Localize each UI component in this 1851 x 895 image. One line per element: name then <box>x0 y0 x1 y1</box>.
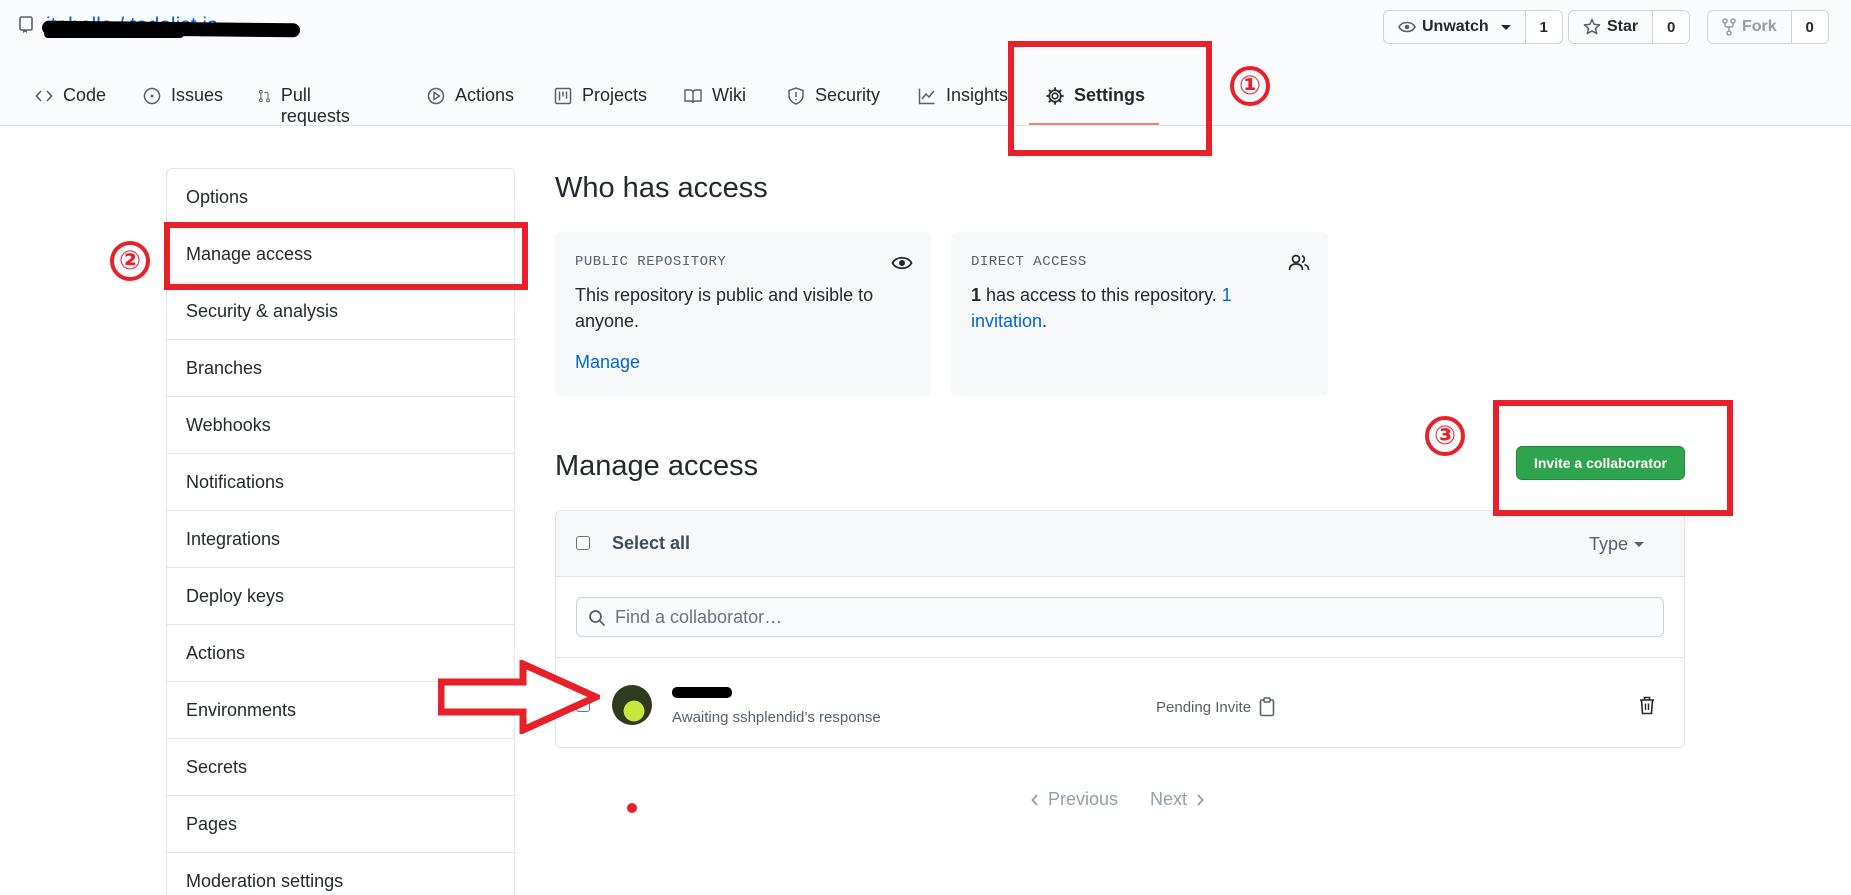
manage-access-heading: Manage access <box>555 450 759 482</box>
manage-visibility-link[interactable]: Manage <box>575 352 640 373</box>
people-icon <box>1288 254 1310 271</box>
next-label: Next <box>1150 789 1188 809</box>
tab-label: Wiki <box>712 85 746 105</box>
card-label: DIRECT ACCESS <box>971 254 1087 270</box>
collaborator-list: Select all Type Awaiting sshplendid’s re… <box>555 510 1685 748</box>
star-icon <box>1583 18 1601 35</box>
type-filter-label: Type <box>1588 534 1628 554</box>
annotation-number: ③ <box>1425 416 1465 456</box>
fork-label: Fork <box>1742 18 1777 35</box>
sidebar-item-secrets[interactable]: Secrets <box>167 739 514 796</box>
tab-insights[interactable]: Insights <box>918 78 1008 126</box>
tab-label: Insights <box>946 85 1009 105</box>
type-filter-dropdown[interactable]: Type <box>1589 534 1644 555</box>
chevron-down-icon <box>1500 24 1511 30</box>
tab-code[interactable]: Code <box>35 78 106 126</box>
graph-icon <box>918 88 935 105</box>
annotation-box-manage-access <box>164 222 528 290</box>
star-label: Star <box>1607 18 1639 35</box>
sidebar-item-options[interactable]: Options <box>167 169 514 226</box>
sidebar-item-moderation-settings[interactable]: Moderation settings <box>167 853 514 895</box>
period: . <box>1042 311 1048 331</box>
collaborator-row <box>556 658 1684 747</box>
tab-label: Security <box>815 85 881 105</box>
tab-wiki[interactable]: Wiki <box>684 78 746 126</box>
eye-icon <box>891 256 913 270</box>
clipboard-icon[interactable] <box>1259 697 1275 717</box>
fork-icon <box>1722 18 1736 36</box>
tab-label: Actions <box>455 85 515 105</box>
find-collaborator-input[interactable] <box>576 597 1664 637</box>
next-page-link[interactable]: Next <box>1150 789 1205 810</box>
select-all-label[interactable]: Select all <box>612 533 690 554</box>
repo-icon <box>19 16 33 33</box>
annotation-number: ② <box>110 241 150 281</box>
fork-button[interactable]: Fork <box>1708 11 1792 43</box>
trash-icon[interactable] <box>1638 695 1656 715</box>
watch-button-group: Unwatch 1 <box>1383 10 1563 44</box>
redaction-mark <box>672 687 732 698</box>
sidebar-item-branches[interactable]: Branches <box>167 340 514 397</box>
book-icon <box>684 89 702 104</box>
play-icon <box>427 87 445 105</box>
chevron-right-icon <box>1197 793 1204 806</box>
select-all-checkbox[interactable] <box>576 536 590 550</box>
star-button[interactable]: Star <box>1569 11 1654 43</box>
tab-projects[interactable]: Projects <box>554 78 647 126</box>
access-text: has access to this repository. <box>981 285 1222 305</box>
tab-label: Issues <box>171 85 224 105</box>
sidebar-item-deploy-keys[interactable]: Deploy keys <box>167 568 514 625</box>
pending-invite: Pending Invite <box>1156 697 1275 717</box>
redaction-mark <box>44 30 184 38</box>
code-icon <box>35 90 53 102</box>
tab-label: Code <box>63 85 107 105</box>
card-text: 1 has access to this repository. 1 invit… <box>971 282 1308 334</box>
sidebar-item-pages[interactable]: Pages <box>167 796 514 853</box>
arrow-annotation-icon <box>438 660 600 734</box>
public-repository-card: PUBLIC REPOSITORY This repository is pub… <box>555 232 931 396</box>
who-has-access-heading: Who has access <box>555 172 768 204</box>
watch-count[interactable]: 1 <box>1525 11 1562 43</box>
previous-label: Previous <box>1048 789 1119 809</box>
unwatch-button[interactable]: Unwatch <box>1384 11 1526 43</box>
tab-actions[interactable]: Actions <box>427 78 514 126</box>
annotation-box-settings <box>1008 41 1212 156</box>
tab-label: Pull requests <box>280 85 350 126</box>
project-icon <box>554 87 572 105</box>
invite-status-text: Awaiting sshplendid’s response <box>672 709 881 726</box>
previous-page-link[interactable]: Previous <box>1030 789 1118 810</box>
eye-icon <box>1398 21 1416 33</box>
issue-icon <box>143 87 161 105</box>
sidebar-item-webhooks[interactable]: Webhooks <box>167 397 514 454</box>
star-count[interactable]: 0 <box>1653 11 1690 43</box>
fork-count[interactable]: 0 <box>1791 11 1828 43</box>
sidebar-item-security-analysis[interactable]: Security & analysis <box>167 283 514 340</box>
collaborator-list-header: Select all Type <box>556 511 1684 577</box>
tab-security[interactable]: Security <box>787 78 880 126</box>
annotation-number: ① <box>1230 66 1270 106</box>
tab-issues[interactable]: Issues <box>143 78 223 126</box>
sidebar-item-notifications[interactable]: Notifications <box>167 454 514 511</box>
collaborator-search-row <box>556 577 1684 658</box>
annotation-box-invite <box>1493 400 1733 516</box>
chevron-left-icon <box>1031 793 1038 806</box>
chevron-down-icon <box>1634 542 1644 547</box>
sidebar-item-integrations[interactable]: Integrations <box>167 511 514 568</box>
repo-header: itabella / todolist.js Unwatch 1 Star 0 … <box>0 0 1851 126</box>
pending-invite-label: Pending Invite <box>1156 698 1252 716</box>
card-label: PUBLIC REPOSITORY <box>575 254 727 270</box>
direct-access-card: DIRECT ACCESS 1 has access to this repos… <box>951 232 1328 396</box>
tab-pull-requests[interactable]: Pull requests <box>258 78 355 126</box>
unwatch-label: Unwatch <box>1422 18 1489 35</box>
annotation-dot <box>627 803 637 813</box>
star-button-group: Star 0 <box>1568 10 1691 44</box>
fork-button-group: Fork 0 <box>1707 10 1829 44</box>
tab-label: Projects <box>582 85 648 105</box>
card-text: This repository is public and visible to… <box>575 285 874 331</box>
pull-request-icon <box>258 89 270 103</box>
shield-icon <box>788 87 804 105</box>
access-count: 1 <box>971 285 982 305</box>
avatar <box>612 685 652 725</box>
search-icon <box>589 610 605 626</box>
